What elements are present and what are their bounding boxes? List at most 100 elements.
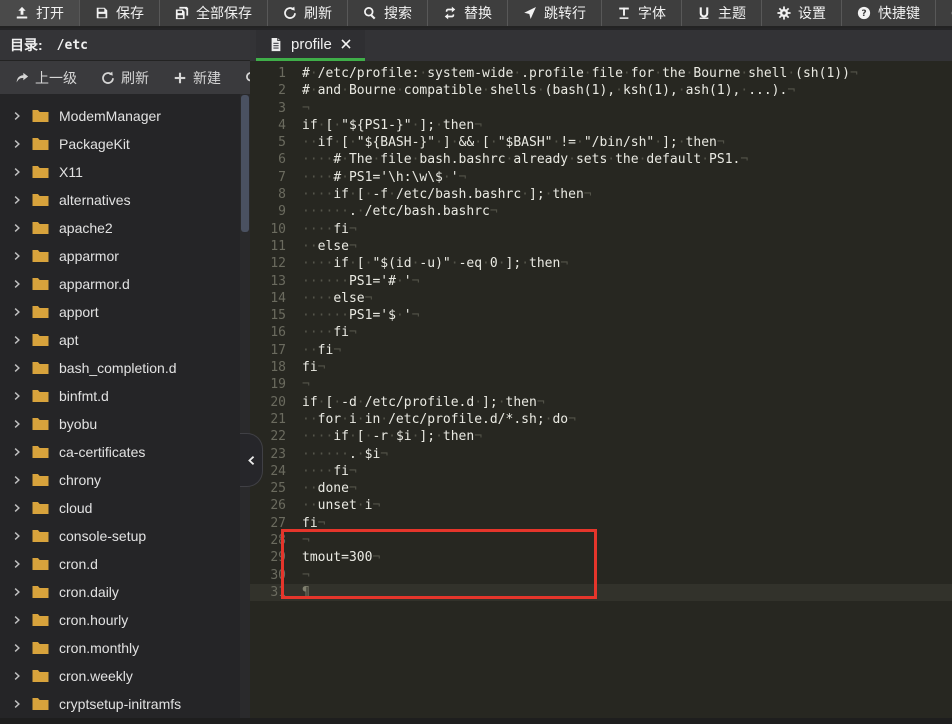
refresh-button[interactable]: 刷新 — [268, 0, 348, 26]
tree-item-cron.d[interactable]: cron.d — [0, 550, 240, 578]
tab-profile[interactable]: profile — [256, 30, 365, 61]
line-content: ¶ — [286, 584, 310, 601]
line-content: ¬ — [286, 567, 310, 584]
code-editor[interactable]: 1#·/etc/profile:·system-wide·.profile·fi… — [250, 61, 952, 718]
newline-mark: ¬ — [349, 481, 357, 496]
code-line-21[interactable]: 21··for·i·in·/etc/profile.d/*.sh;·do¬ — [250, 411, 952, 428]
line-content: ····if·[·-r·$i·];·then¬ — [286, 428, 482, 445]
tree-item-cron.hourly[interactable]: cron.hourly — [0, 606, 240, 634]
tree-item-cloud[interactable]: cloud — [0, 494, 240, 522]
tree-item-apt[interactable]: apt — [0, 326, 240, 354]
theme-button[interactable]: 主题 — [682, 0, 762, 26]
bottom-scrollbar-track[interactable] — [0, 718, 952, 724]
code-line-11[interactable]: 11··else¬ — [250, 238, 952, 255]
new-button[interactable]: 新建 — [164, 64, 230, 92]
code-line-30[interactable]: 30¬ — [250, 567, 952, 584]
tree-item-PackageKit[interactable]: PackageKit — [0, 130, 240, 158]
newline-mark: ¬ — [349, 222, 357, 237]
code-line-14[interactable]: 14····else¬ — [250, 290, 952, 307]
line-content: ····#·The·file·bash.bashrc·already·sets·… — [286, 151, 748, 168]
replace-button[interactable]: 替换 — [428, 0, 508, 26]
code-line-24[interactable]: 24····fi¬ — [250, 463, 952, 480]
line-number: 9 — [250, 203, 286, 220]
sidebar-collapse-handle[interactable] — [240, 433, 263, 487]
code-line-23[interactable]: 23······.·$i¬ — [250, 446, 952, 463]
code-line-15[interactable]: 15······PS1='$·'¬ — [250, 307, 952, 324]
goto-line-button[interactable]: 跳转行 — [508, 0, 602, 26]
tree-item-apport[interactable]: apport — [0, 298, 240, 326]
code-line-9[interactable]: 9······.·/etc/bash.bashrc¬ — [250, 203, 952, 220]
save-all-button[interactable]: 全部保存 — [160, 0, 268, 26]
directory-header: 目录: /etc — [0, 30, 250, 61]
tree-refresh-button-label: 刷新 — [121, 68, 149, 88]
up-level-button[interactable]: 上一级 — [6, 64, 86, 92]
code-line-4[interactable]: 4if·[·"${PS1-}"·];·then¬ — [250, 117, 952, 134]
sidebar-scrollbar-thumb[interactable] — [241, 95, 249, 232]
newline-mark: ¬ — [302, 568, 310, 583]
sidebar-scrollbar[interactable] — [240, 94, 250, 718]
code-line-18[interactable]: 18fi¬ — [250, 359, 952, 376]
tree-item-label: apport — [59, 304, 99, 320]
folder-icon — [32, 389, 49, 403]
save-button[interactable]: 保存 — [80, 0, 160, 26]
code-line-13[interactable]: 13······PS1='#·'¬ — [250, 273, 952, 290]
tree-item-alternatives[interactable]: alternatives — [0, 186, 240, 214]
tree-item-cron.weekly[interactable]: cron.weekly — [0, 662, 240, 690]
code-line-2[interactable]: 2#·and·Bourne·compatible·shells·(bash(1)… — [250, 82, 952, 99]
code-line-1[interactable]: 1#·/etc/profile:·system-wide·.profile·fi… — [250, 65, 952, 82]
code-line-3[interactable]: 3¬ — [250, 100, 952, 117]
settings-button[interactable]: 设置 — [762, 0, 842, 26]
folder-icon — [32, 445, 49, 459]
code-line-27[interactable]: 27fi¬ — [250, 515, 952, 532]
code-line-7[interactable]: 7····#·PS1='\h:\w\$·'¬ — [250, 169, 952, 186]
folder-icon — [32, 277, 49, 291]
code-line-31[interactable]: 31¶ — [250, 584, 952, 601]
tree-item-ModemManager[interactable]: ModemManager — [0, 102, 240, 130]
code-line-16[interactable]: 16····fi¬ — [250, 324, 952, 341]
code-line-6[interactable]: 6····#·The·file·bash.bashrc·already·sets… — [250, 151, 952, 168]
tree-item-X11[interactable]: X11 — [0, 158, 240, 186]
tree-item-label: chrony — [59, 472, 101, 488]
code-line-12[interactable]: 12····if·[·"$(id·-u)"·-eq·0·];·then¬ — [250, 255, 952, 272]
code-line-5[interactable]: 5··if·[·"${BASH-}"·]·&&·[·"$BASH"·!=·"/b… — [250, 134, 952, 151]
tree-item-ca-certificates[interactable]: ca-certificates — [0, 438, 240, 466]
tree-item-byobu[interactable]: byobu — [0, 410, 240, 438]
code-line-20[interactable]: 20if·[·-d·/etc/profile.d·];·then¬ — [250, 394, 952, 411]
code-line-17[interactable]: 17··fi¬ — [250, 342, 952, 359]
tree-item-cron.monthly[interactable]: cron.monthly — [0, 634, 240, 662]
tree-item-chrony[interactable]: chrony — [0, 466, 240, 494]
tree-item-apparmor[interactable]: apparmor — [0, 242, 240, 270]
tree-item-apparmor.d[interactable]: apparmor.d — [0, 270, 240, 298]
code-line-28[interactable]: 28¬ — [250, 532, 952, 549]
line-number: 21 — [250, 411, 286, 428]
code-line-19[interactable]: 19¬ — [250, 376, 952, 393]
tree-refresh-button[interactable]: 刷新 — [92, 64, 158, 92]
open-button[interactable]: 打开 — [0, 0, 80, 26]
chevron-right-icon — [12, 363, 22, 373]
tree-item-cron.daily[interactable]: cron.daily — [0, 578, 240, 606]
tree-item-bash_completion.d[interactable]: bash_completion.d — [0, 354, 240, 382]
search-button-label: 搜索 — [384, 3, 412, 23]
tree-item-binfmt.d[interactable]: binfmt.d — [0, 382, 240, 410]
close-icon[interactable] — [340, 38, 352, 50]
code-line-8[interactable]: 8····if·[·-f·/etc/bash.bashrc·];·then¬ — [250, 186, 952, 203]
tree-item-console-setup[interactable]: console-setup — [0, 522, 240, 550]
font-button[interactable]: 字体 — [602, 0, 682, 26]
code-line-29[interactable]: 29tmout=300¬ — [250, 549, 952, 566]
code-line-10[interactable]: 10····fi¬ — [250, 221, 952, 238]
search-button[interactable]: 搜索 — [348, 0, 428, 26]
code-line-25[interactable]: 25··done¬ — [250, 480, 952, 497]
shortcuts-button[interactable]: ?快捷键 — [842, 0, 936, 26]
tree-item-cryptsetup-initramfs[interactable]: cryptsetup-initramfs — [0, 690, 240, 718]
code-line-22[interactable]: 22····if·[·-r·$i·];·then¬ — [250, 428, 952, 445]
line-content: ······PS1='#·'¬ — [286, 273, 419, 290]
tree-item-apache2[interactable]: apache2 — [0, 214, 240, 242]
code-line-26[interactable]: 26··unset·i¬ — [250, 497, 952, 514]
line-number: 20 — [250, 394, 286, 411]
file-history-button[interactable]: 文件历史记录 — [936, 0, 952, 26]
chevron-right-icon — [12, 615, 22, 625]
line-content: ····if·[·"$(id·-u)"·-eq·0·];·then¬ — [286, 255, 568, 272]
folder-icon — [32, 641, 49, 655]
tree-item-label: cron.weekly — [59, 668, 133, 684]
newline-mark: ¬ — [717, 135, 725, 150]
